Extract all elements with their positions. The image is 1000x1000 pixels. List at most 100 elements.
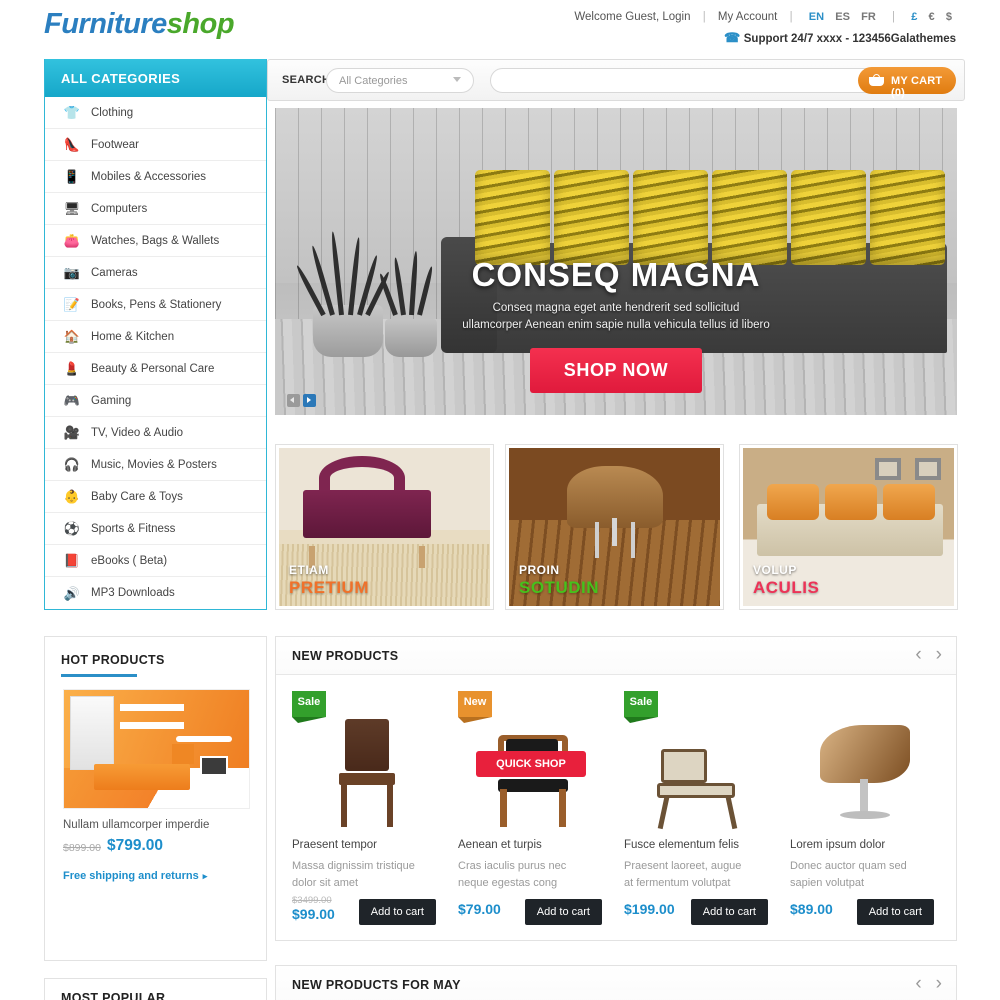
product-image[interactable]: [790, 689, 940, 829]
hero-slider[interactable]: CONSEQ MAGNA Conseq magna eget ante hend…: [275, 108, 957, 415]
sidebar-item-label: Baby Care & Toys: [91, 490, 183, 503]
carousel-next-icon[interactable]: ›: [936, 645, 942, 664]
sidebar-item-label: Computers: [91, 202, 148, 215]
product-name[interactable]: Praesent tempor: [292, 839, 442, 851]
sidebar-item-label: Clothing: [91, 106, 134, 119]
basket-icon: [869, 74, 884, 86]
product-card[interactable]: Sale Praesent tempor Massa dignissim trist…: [284, 689, 450, 927]
ball-icon: ⚽: [63, 521, 81, 536]
support-text: Support 24/7 xxxx - 123456Galathemes: [743, 33, 956, 45]
product-card[interactable]: Sale Fusce elementum felis Praesent laoree…: [616, 689, 782, 927]
product-badge: Sale: [624, 691, 658, 723]
sidebar-item-cameras[interactable]: 📷 Cameras: [45, 257, 266, 289]
camera-icon: 📷: [63, 265, 81, 280]
product-name[interactable]: Fusce elementum felis: [624, 839, 774, 851]
cart-label: MY CART (0): [891, 75, 943, 99]
cart-button[interactable]: MY CART (0): [858, 67, 956, 99]
add-to-cart-button[interactable]: Add to cart: [856, 899, 934, 925]
sidebar-item-mobiles-accessories[interactable]: 📱 Mobiles & Accessories: [45, 161, 266, 193]
hot-product-name[interactable]: Nullam ullamcorper imperdie: [63, 819, 209, 831]
sidebar-item-footwear[interactable]: 👠 Footwear: [45, 129, 266, 161]
free-shipping-link[interactable]: Free shipping and returns ▸: [63, 870, 207, 882]
carousel-prev-icon[interactable]: ‹: [915, 645, 921, 664]
sidebar-item-baby-care-toys[interactable]: 👶 Baby Care & Toys: [45, 481, 266, 513]
promo-caption-top: PROIN: [519, 563, 560, 577]
new-products-may-header: NEW PRODUCTS FOR MAY ‹ ›: [276, 966, 956, 1000]
sidebar-item-label: Beauty & Personal Care: [91, 362, 215, 375]
currency-gbp[interactable]: £: [911, 11, 917, 23]
product-card[interactable]: New QUICK SHOP Aenean et turpis Cras iaculi…: [450, 689, 616, 927]
sidebar-item-computers[interactable]: 🖥 Computers: [45, 193, 266, 225]
product-price: $99.00: [292, 906, 335, 922]
product-name[interactable]: Lorem ipsum dolor: [790, 839, 940, 851]
sidebar-item-watches-bags-wallets[interactable]: 👛 Watches, Bags & Wallets: [45, 225, 266, 257]
promo-tile-volup[interactable]: VOLUP ACULIS: [739, 444, 958, 610]
hot-product-image[interactable]: [63, 689, 250, 809]
add-to-cart-button[interactable]: Add to cart: [690, 899, 768, 925]
chevron-down-icon: [453, 77, 461, 82]
promo-tile-etiam[interactable]: ETIAM PRETIUM: [275, 444, 494, 610]
sidebar-item-clothing[interactable]: 👕 Clothing: [45, 97, 266, 129]
add-to-cart-button[interactable]: Add to cart: [524, 899, 602, 925]
shop-now-button[interactable]: SHOP NOW: [529, 348, 703, 393]
my-account-link[interactable]: My Account: [718, 11, 777, 23]
product-price-row: $199.00 Add to cart: [624, 899, 774, 927]
welcome-login-link[interactable]: Welcome Guest, Login: [574, 11, 690, 23]
slider-prev-icon[interactable]: [287, 394, 300, 407]
promo-caption-bottom: PRETIUM: [289, 578, 369, 597]
new-products-header: NEW PRODUCTS ‹ ›: [276, 637, 956, 675]
carousel-next-icon[interactable]: ›: [936, 974, 942, 993]
quick-shop-button[interactable]: QUICK SHOP: [476, 751, 586, 777]
monitor-icon: 🖥: [63, 201, 81, 216]
product-description: Praesent laoreet, augue at fermentum volu…: [624, 858, 774, 892]
mp3-icon: 🔊: [63, 585, 81, 601]
carousel-prev-icon[interactable]: ‹: [915, 974, 921, 993]
product-image[interactable]: Sale: [292, 689, 442, 829]
hero-text-block: CONSEQ MAGNA Conseq magna eget ante hend…: [275, 256, 957, 393]
new-products-grid: Sale Praesent tempor Massa dignissim trist…: [276, 675, 956, 927]
category-list: 👕 Clothing 👠 Footwear 📱 Mobiles & Accessories…: [45, 97, 266, 609]
slider-next-icon[interactable]: [303, 394, 316, 407]
divider: |: [892, 11, 896, 23]
product-image[interactable]: Sale: [624, 689, 774, 830]
page-root: Furnitureshop Welcome Guest, Login | My …: [0, 0, 1000, 1000]
currency-usd[interactable]: $: [946, 11, 952, 23]
lang-en[interactable]: EN: [809, 11, 824, 23]
chair-silhouette: [331, 719, 403, 829]
category-sidebar-title: ALL CATEGORIES: [45, 59, 266, 97]
promo-caption-top: VOLUP: [753, 563, 797, 577]
product-price-row: $79.00 Add to cart: [458, 899, 608, 927]
new-products-may-panel: NEW PRODUCTS FOR MAY ‹ ›: [275, 965, 957, 1000]
promo-caption: VOLUP ACULIS: [753, 563, 819, 598]
top-header: Furnitureshop Welcome Guest, Login | My …: [0, 0, 1000, 55]
product-card[interactable]: Lorem ipsum dolor Donec auctor quam sed sa…: [782, 689, 948, 927]
search-bar: SEARCH All Categories MY CART (0): [267, 59, 965, 101]
currency-eur[interactable]: €: [929, 11, 935, 23]
sidebar-item-ebooks-beta[interactable]: 📕 eBooks ( Beta): [45, 545, 266, 577]
sidebar-item-books-pens-stationery[interactable]: 📝 Books, Pens & Stationery: [45, 289, 266, 321]
promo-caption: ETIAM PRETIUM: [289, 563, 369, 598]
hot-products-panel: HOT PRODUCTS Nullam ullamcorper imperdie…: [44, 636, 267, 961]
product-name[interactable]: Aenean et turpis: [458, 839, 608, 851]
sidebar-item-beauty-personal-care[interactable]: 💄 Beauty & Personal Care: [45, 353, 266, 385]
hero-subtitle: Conseq magna eget ante hendrerit sed sol…: [275, 300, 957, 334]
add-to-cart-button[interactable]: Add to cart: [358, 899, 436, 925]
sidebar-item-mp3-downloads[interactable]: 🔊 MP3 Downloads: [45, 577, 266, 609]
sidebar-item-sports-fitness[interactable]: ⚽ Sports & Fitness: [45, 513, 266, 545]
sidebar-item-music-movies-posters[interactable]: 🎧 Music, Movies & Posters: [45, 449, 266, 481]
promo-tile-proin[interactable]: PROIN SOTUDIN: [505, 444, 724, 610]
hero-slider-nav: [287, 394, 316, 407]
site-logo[interactable]: Furnitureshop: [44, 8, 235, 41]
search-category-select[interactable]: All Categories: [326, 68, 474, 93]
sidebar-item-tv-video-audio[interactable]: 🎥 TV, Video & Audio: [45, 417, 266, 449]
sidebar-item-home-kitchen[interactable]: 🏠 Home & Kitchen: [45, 321, 266, 353]
hero-subtitle-line2: ullamcorper Aenean enim sapie nulla vehi…: [462, 319, 770, 331]
sidebar-item-label: Sports & Fitness: [91, 522, 176, 535]
sidebar-item-gaming[interactable]: 🎮 Gaming: [45, 385, 266, 417]
lang-fr[interactable]: FR: [861, 11, 876, 23]
sidebar-item-label: Home & Kitchen: [91, 330, 175, 343]
lang-es[interactable]: ES: [835, 11, 850, 23]
promo-caption: PROIN SOTUDIN: [519, 563, 599, 598]
mobile-icon: 📱: [63, 169, 81, 184]
product-image[interactable]: New QUICK SHOP: [458, 689, 608, 829]
